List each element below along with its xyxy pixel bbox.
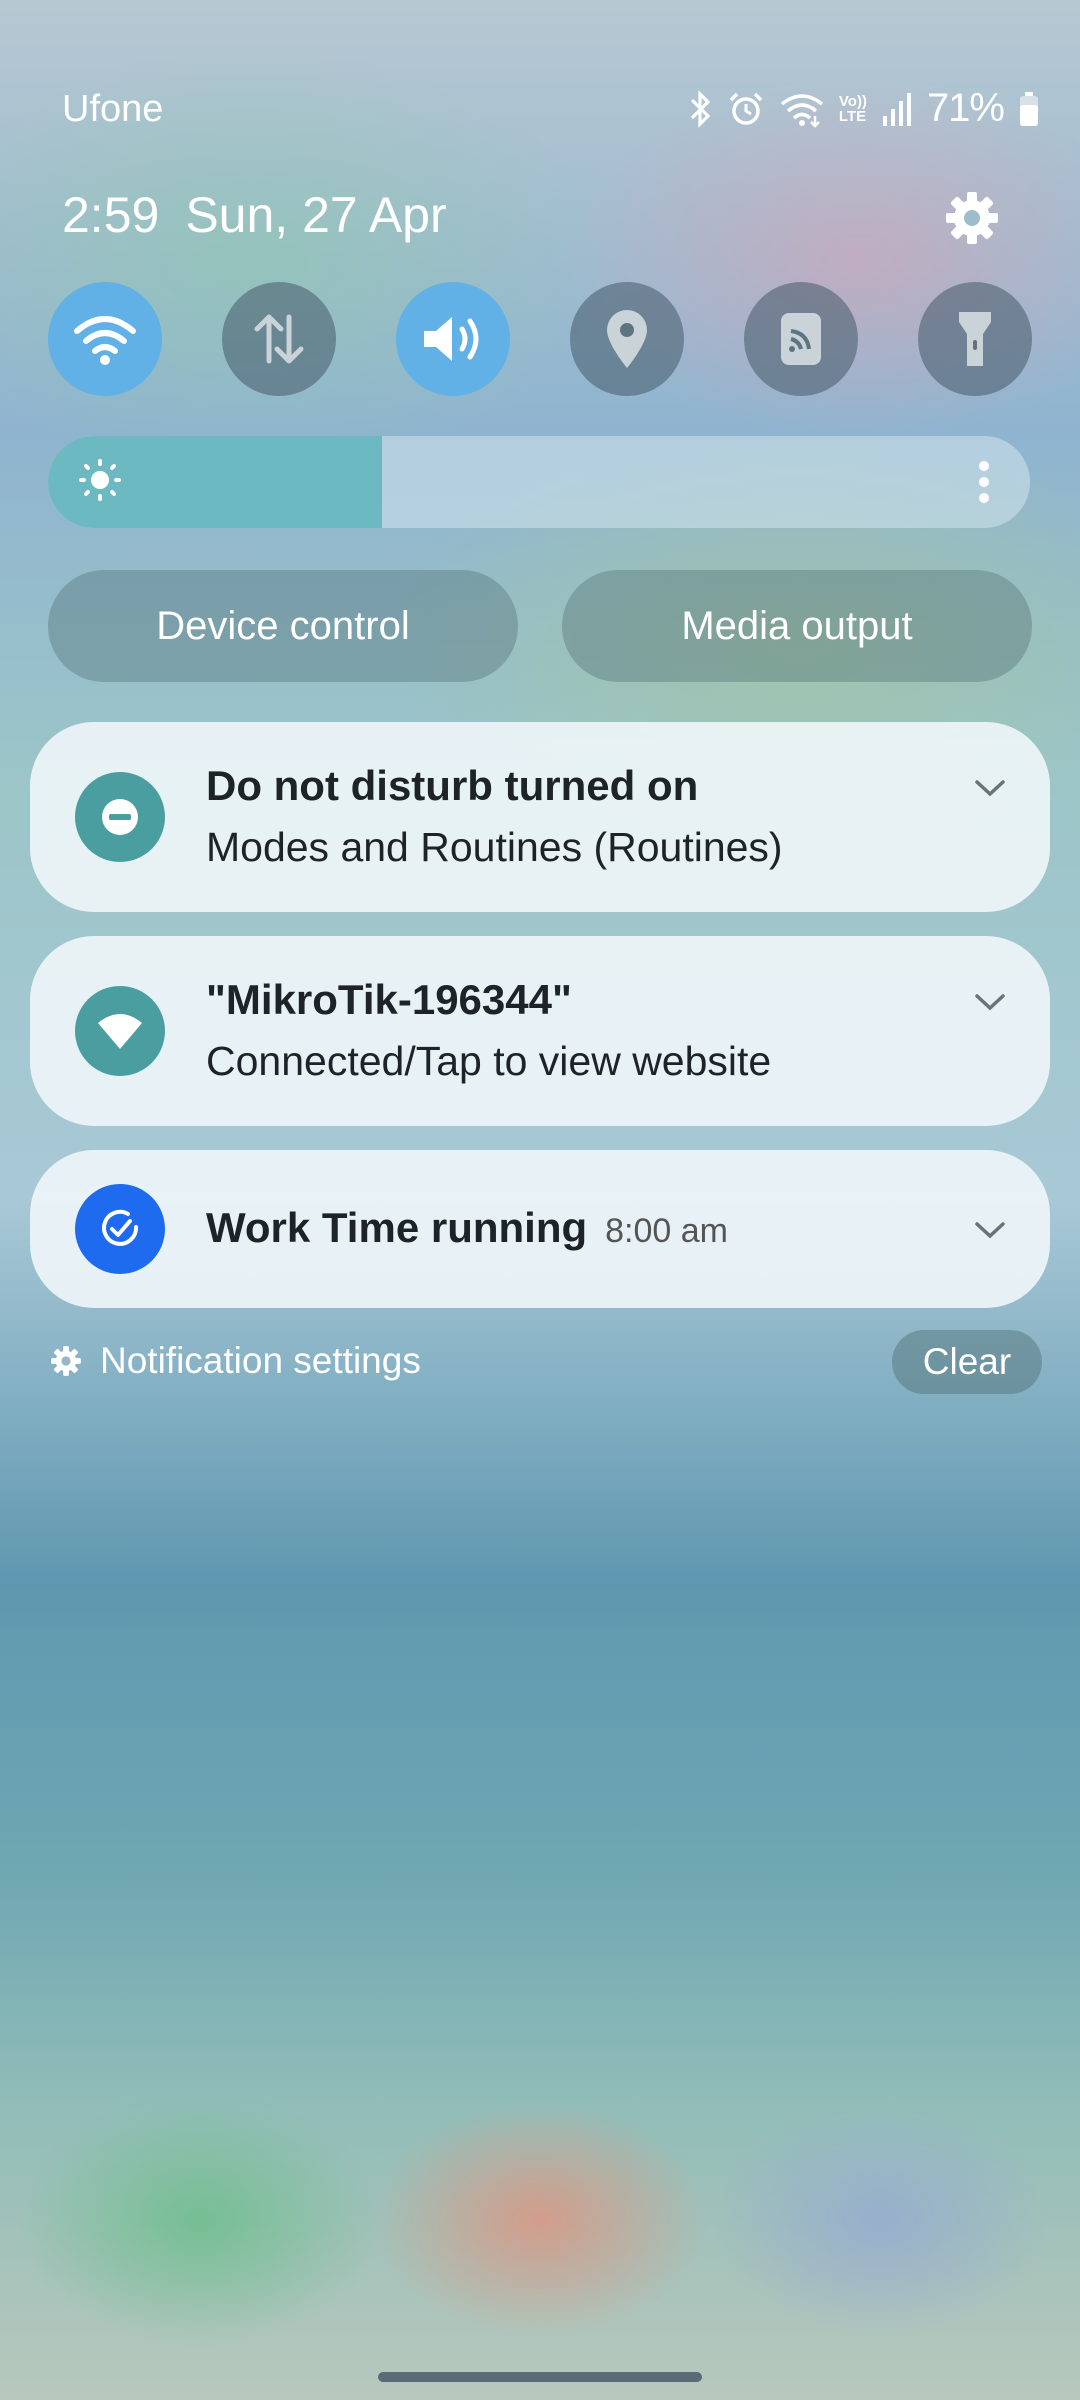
battery-percent: 71% — [926, 86, 1005, 130]
clock-time[interactable]: 2:59 — [62, 186, 159, 244]
notification-subtitle: Modes and Routines (Routines) — [206, 824, 783, 870]
qs-mobile-data-button[interactable] — [222, 282, 336, 396]
notification-title: Do not disturb turned on — [206, 762, 699, 809]
settings-gear-icon[interactable] — [944, 190, 1000, 246]
quick-settings-row — [48, 282, 1032, 396]
flashlight-icon — [959, 312, 991, 366]
work-time-icon — [75, 1184, 165, 1274]
chevron-down-icon[interactable] — [974, 1220, 1006, 1240]
media-output-button[interactable]: Media output — [562, 570, 1032, 682]
do-not-disturb-icon — [75, 772, 165, 862]
clock-date[interactable]: Sun, 27 Apr — [185, 186, 446, 244]
notification-card-wifi[interactable]: "MikroTik-196344" Connected/Tap to view … — [30, 936, 1050, 1126]
control-pills: Device control Media output — [48, 570, 1032, 682]
qs-wifi-button[interactable] — [48, 282, 162, 396]
notification-title-row: Work Time running 8:00 am — [206, 1204, 728, 1252]
home-indicator[interactable] — [378, 2372, 702, 2382]
chevron-down-icon[interactable] — [974, 778, 1006, 798]
brightness-sun-icon — [79, 459, 121, 501]
wifi-icon — [74, 316, 136, 365]
wifi-icon — [780, 93, 823, 128]
qs-flashlight-button[interactable] — [918, 282, 1032, 396]
chevron-down-icon[interactable] — [974, 992, 1006, 1012]
notification-settings-link[interactable]: Notification settings — [50, 1340, 421, 1382]
clock-row: 2:59 Sun, 27 Apr — [62, 186, 447, 244]
qs-sound-button[interactable] — [396, 282, 510, 396]
more-options-icon[interactable] — [978, 460, 990, 504]
notification-title: Work Time running — [206, 1204, 588, 1251]
location-pin-icon — [607, 310, 647, 368]
carrier-name: Ufone — [62, 88, 164, 130]
nfc-icon — [781, 313, 821, 365]
notification-subtitle: Connected/Tap to view website — [206, 1038, 772, 1084]
notification-time: 8:00 am — [605, 1212, 728, 1250]
volte-icon: Vo)) LTE — [839, 94, 867, 124]
data-arrows-icon — [254, 314, 304, 364]
notification-card-dnd[interactable]: Do not disturb turned on Modes and Routi… — [30, 722, 1050, 912]
volte-label-top: Vo)) — [838, 92, 867, 110]
notification-settings-label: Notification settings — [100, 1340, 421, 1381]
notification-card-work-time[interactable]: Work Time running 8:00 am — [30, 1150, 1050, 1308]
volte-label-bottom: LTE — [838, 107, 867, 125]
qs-nfc-button[interactable] — [744, 282, 858, 396]
bluetooth-icon — [690, 89, 711, 128]
signal-icon — [882, 92, 911, 126]
speaker-icon — [424, 317, 479, 361]
wifi-icon — [75, 986, 165, 1076]
device-control-button[interactable]: Device control — [48, 570, 518, 682]
alarm-icon — [729, 92, 763, 125]
brightness-slider[interactable] — [48, 436, 1030, 528]
clear-button[interactable]: Clear — [892, 1330, 1042, 1394]
qs-location-button[interactable] — [570, 282, 684, 396]
gear-icon — [51, 1346, 81, 1376]
status-icons: Vo)) LTE 71% — [689, 86, 1040, 131]
battery-icon — [1020, 91, 1038, 126]
notification-title: "MikroTik-196344" — [206, 976, 572, 1023]
